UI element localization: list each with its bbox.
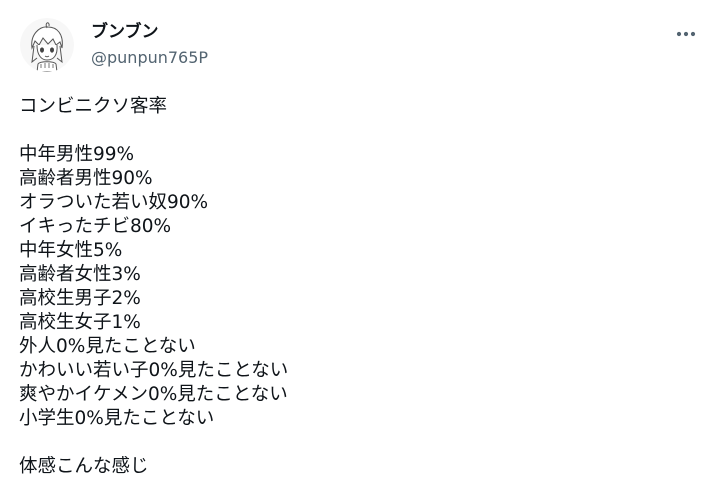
tweet-line: 高齢者男性90%: [19, 168, 153, 189]
more-options-button[interactable]: [670, 22, 702, 46]
tweet-line: 小学生0%見たことない: [19, 408, 215, 429]
tweet-line: コンビニクソ客率: [19, 96, 168, 117]
tweet-line: 外人0%見たことない: [19, 336, 196, 357]
tweet-line: オラついた若い奴90%: [19, 192, 209, 213]
author-name[interactable]: ブンブン: [91, 21, 159, 43]
more-horizontal-icon: [676, 31, 696, 37]
tweet-line: 高齢者女性3%: [19, 264, 141, 285]
tweet-line: 体感こんな感じ: [19, 456, 149, 477]
tweet-card: ブンブン @punpun765P コンビニクソ客率 中年男性99% 高齢者男性9…: [0, 0, 713, 483]
tweet-line: かわいい若い子0%見たことない: [19, 360, 289, 381]
tweet-line: 爽やかイケメン0%見たことない: [19, 384, 288, 405]
tweet-line: 高校生男子2%: [19, 288, 141, 309]
tweet-text: コンビニクソ客率 中年男性99% 高齢者男性90% オラついた若い奴90% イキ…: [19, 95, 699, 479]
avatar[interactable]: [20, 18, 74, 72]
tweet-line: 高校生女子1%: [19, 312, 141, 333]
author-handle[interactable]: @punpun765P: [91, 47, 208, 69]
tweet-line: 中年女性5%: [19, 240, 123, 261]
tweet-line: イキったチビ80%: [19, 216, 172, 237]
tweet-line: 中年男性99%: [19, 144, 135, 165]
avatar-illustration: [20, 18, 74, 72]
